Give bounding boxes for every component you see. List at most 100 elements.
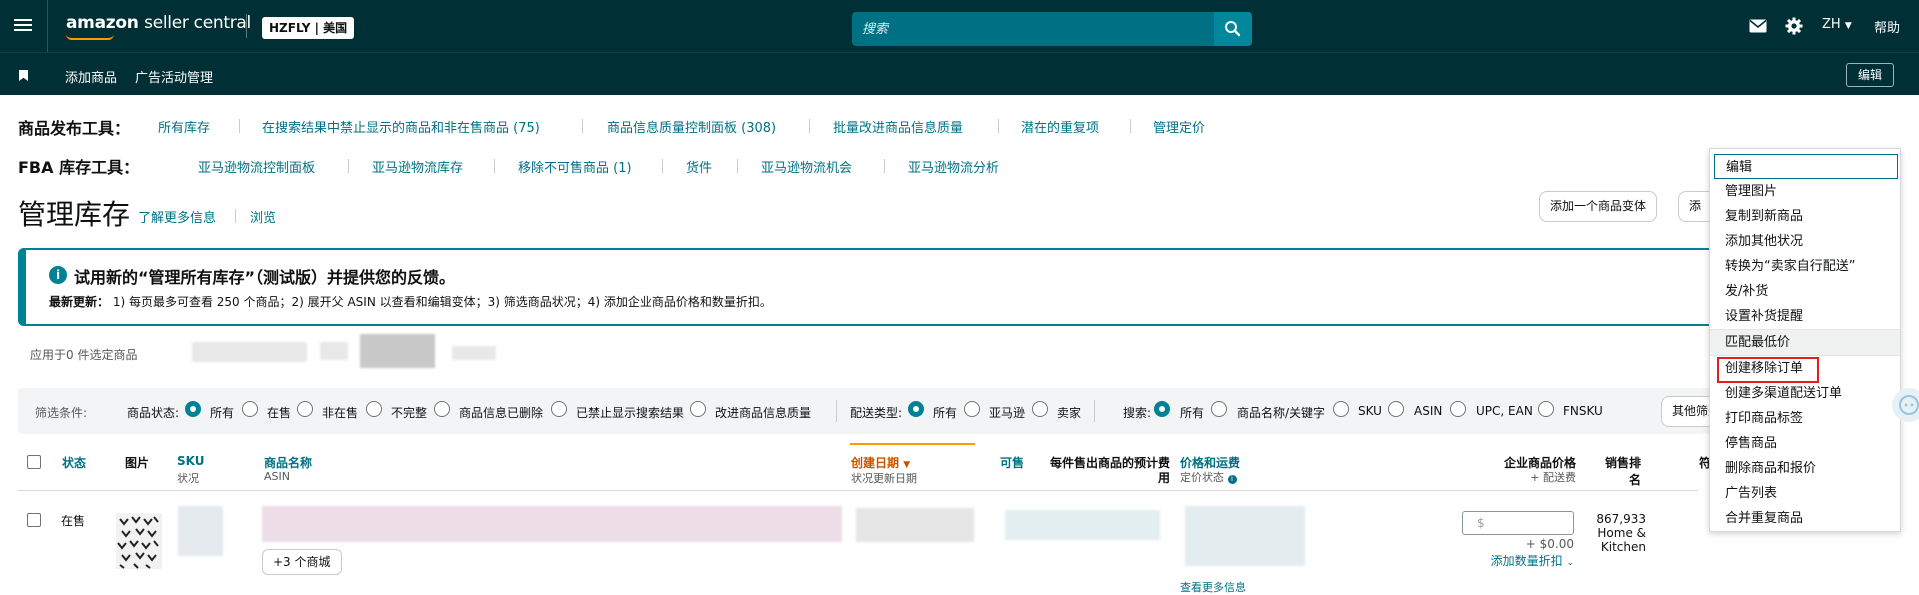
col-sku[interactable]: SKU: [177, 454, 204, 468]
language-selector[interactable]: ZH ▼: [1822, 17, 1852, 32]
search-option-label: FNSKU: [1563, 404, 1603, 418]
chevron-down-icon: ⌄: [1566, 558, 1574, 568]
menu-item-print-labels[interactable]: 打印商品标签: [1710, 406, 1900, 431]
link-fba-opportunities[interactable]: 亚马逊物流机会: [761, 157, 852, 176]
qty-discount-label: 添加数量折扣: [1490, 554, 1563, 568]
search-radio-fnsku[interactable]: [1538, 401, 1554, 417]
learn-more-link[interactable]: 了解更多信息: [138, 207, 216, 226]
col-created-label: 创建日期: [851, 456, 900, 470]
link-bulk-improve[interactable]: 批量改进商品信息质量: [833, 117, 963, 136]
menu-item-create-removal-order[interactable]: 创建移除订单: [1710, 356, 1900, 383]
link-suppressed[interactable]: 在搜索结果中禁止显示的商品和非在售商品 (75): [262, 117, 540, 136]
bookmark-icon[interactable]: [19, 70, 28, 81]
gear-icon[interactable]: [1785, 17, 1803, 35]
menu-item-ad-listing[interactable]: 广告列表: [1710, 481, 1900, 506]
edit-actions-menu: 编辑 管理图片 复制到新商品 添加其他状况 转换为“卖家自行配送” 发/补货 设…: [1709, 148, 1901, 532]
fulfill-radio-all[interactable]: [908, 401, 924, 417]
status-radio-suppressed[interactable]: [551, 401, 567, 417]
search-radio-upc[interactable]: [1450, 401, 1466, 417]
seller-central-logo[interactable]: amazon seller central: [66, 13, 251, 33]
search-radio-title[interactable]: [1211, 401, 1227, 417]
row-checkbox[interactable]: [27, 513, 41, 527]
menu-item-match-low-price[interactable]: 匹配最低价: [1710, 330, 1900, 355]
link-all-inventory[interactable]: 所有库存: [158, 117, 210, 136]
redacted-area: [360, 334, 435, 368]
mail-icon[interactable]: [1749, 19, 1767, 33]
bookmark-ad-campaign[interactable]: 广告活动管理: [135, 67, 213, 86]
col-est-fee-line2: 用: [1157, 471, 1170, 485]
select-all-checkbox[interactable]: [27, 455, 41, 469]
menu-item-send-replenish[interactable]: 发/补货: [1710, 279, 1900, 304]
add-variant-button[interactable]: 添加一个商品变体: [1539, 191, 1658, 222]
status-radio-deleted[interactable]: [434, 401, 450, 417]
menu-item-merge-duplicates[interactable]: 合并重复商品: [1710, 506, 1900, 531]
link-remove-unsellable[interactable]: 移除不可售商品 (1): [518, 157, 632, 176]
hamburger-menu-icon[interactable]: [14, 16, 32, 36]
divider: [662, 159, 663, 173]
menu-item-add-condition[interactable]: 添加其他状况: [1710, 229, 1900, 254]
menu-item-delete-listing[interactable]: 删除商品和报价: [1710, 456, 1900, 481]
product-thumbnail[interactable]: [116, 513, 162, 569]
search-radio-sku[interactable]: [1333, 401, 1349, 417]
status-option-label: 非在售: [322, 406, 359, 420]
status-radio-incomplete[interactable]: [366, 401, 382, 417]
more-info-link[interactable]: 查看更多信息: [1180, 579, 1246, 595]
search-button[interactable]: [1214, 12, 1252, 46]
store-switcher[interactable]: HZFLY | 美国: [262, 17, 355, 39]
menu-item-restock-alert[interactable]: 设置补货提醒: [1710, 304, 1900, 329]
info-icon[interactable]: i: [1227, 475, 1237, 484]
status-radio-all[interactable]: [185, 401, 201, 417]
link-duplicates[interactable]: 潜在的重复项: [1021, 117, 1099, 136]
bookmark-add-product[interactable]: 添加商品: [65, 67, 117, 86]
link-fba-inventory[interactable]: 亚马逊物流库存: [372, 157, 463, 176]
floating-assistant-icon[interactable]: [1892, 388, 1919, 422]
link-pricing[interactable]: 管理定价: [1153, 117, 1205, 136]
help-link[interactable]: 帮助: [1874, 17, 1900, 36]
col-business-price-sub: + 配送费: [1530, 471, 1576, 484]
col-sales-rank: 销售排名: [1604, 456, 1641, 487]
search-field[interactable]: [852, 12, 1214, 46]
logo-sub-text: seller central: [144, 13, 251, 33]
menu-item-convert-fbm[interactable]: 转换为“卖家自行配送”: [1710, 254, 1900, 279]
link-quality-dashboard[interactable]: 商品信息质量控制面板 (308): [607, 117, 776, 136]
browse-link[interactable]: 浏览: [250, 207, 276, 226]
info-icon: i: [49, 266, 67, 284]
fulfill-radio-merchant[interactable]: [1032, 401, 1048, 417]
status-radio-improve[interactable]: [690, 401, 706, 417]
col-created-sub: 状况更新日期: [851, 472, 917, 485]
menu-item-close-listing[interactable]: 停售商品: [1710, 431, 1900, 456]
language-label: ZH: [1822, 17, 1841, 32]
more-marketplaces-button[interactable]: +3 个商城: [262, 549, 342, 575]
link-shipments[interactable]: 货件: [686, 157, 712, 176]
fulfill-option-label: 亚马逊: [989, 406, 1026, 420]
menu-item-manage-images[interactable]: 管理图片: [1710, 179, 1900, 204]
col-available[interactable]: 可售: [1000, 454, 1024, 471]
redacted-product-name: [262, 506, 842, 542]
fulfill-radio-amazon[interactable]: [964, 401, 980, 417]
qty-discount-link[interactable]: 添加数量折扣 ⌄: [1470, 552, 1574, 569]
search-option-label: 所有: [1180, 406, 1205, 420]
link-fba-analytics[interactable]: 亚马逊物流分析: [908, 157, 999, 176]
search-radio-asin[interactable]: [1388, 401, 1404, 417]
search-radio-all[interactable]: [1154, 401, 1170, 417]
menu-item-mcf-order[interactable]: 创建多渠道配送订单: [1710, 381, 1900, 406]
status-radio-inactive[interactable]: [297, 401, 313, 417]
banner-latest-label: 最新更新：: [49, 295, 110, 309]
business-price-input[interactable]: $: [1462, 511, 1574, 535]
menu-item-copy-listing[interactable]: 复制到新商品: [1710, 204, 1900, 229]
col-created-date[interactable]: 创建日期 ▼: [851, 454, 910, 471]
status-radio-active[interactable]: [242, 401, 258, 417]
col-sku-sub: 状况: [177, 472, 199, 485]
search-icon: [1225, 21, 1241, 37]
divider: [836, 400, 837, 422]
edit-bookmarks-button[interactable]: 编辑: [1845, 63, 1894, 87]
link-fba-dashboard[interactable]: 亚马逊物流控制面板: [198, 157, 315, 176]
divider: [18, 490, 1698, 491]
search-input[interactable]: [852, 12, 1214, 46]
redacted-sku: [178, 506, 223, 556]
menu-item-edit[interactable]: 编辑: [1714, 154, 1898, 179]
col-product-name[interactable]: 商品名称: [264, 454, 312, 471]
col-asin-sub: ASIN: [264, 470, 290, 483]
col-status[interactable]: 状态: [62, 454, 86, 471]
bulk-action-label[interactable]: 应用于0 件选定商品: [30, 346, 137, 363]
